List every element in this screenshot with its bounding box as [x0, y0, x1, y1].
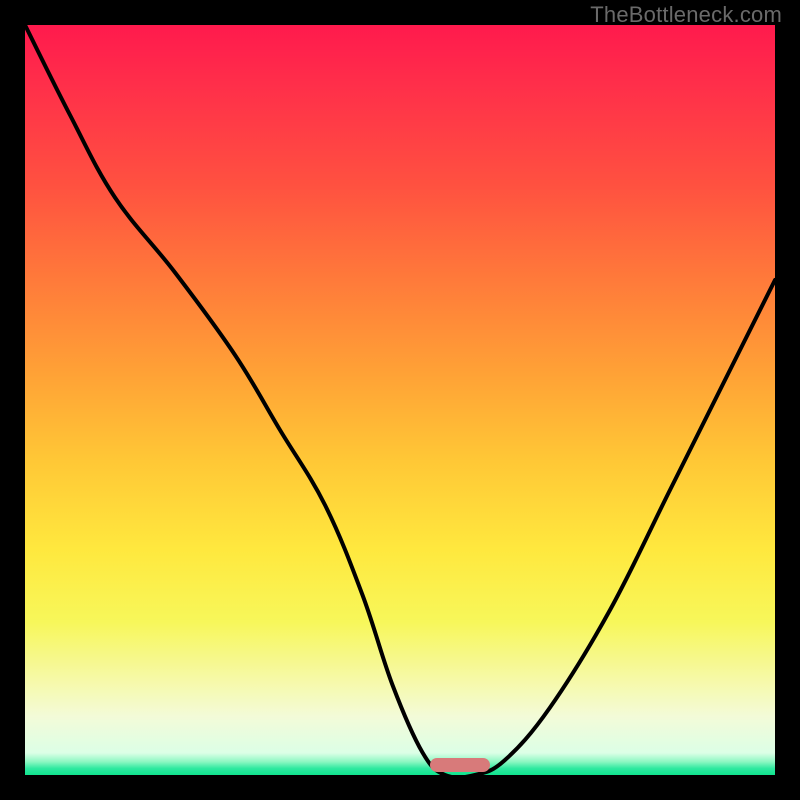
watermark-text: TheBottleneck.com — [590, 2, 782, 28]
chart-frame: TheBottleneck.com — [0, 0, 800, 800]
plot-area — [25, 25, 775, 775]
optimum-marker — [430, 758, 490, 772]
bottleneck-curve — [25, 25, 775, 775]
curve-svg — [25, 25, 775, 775]
